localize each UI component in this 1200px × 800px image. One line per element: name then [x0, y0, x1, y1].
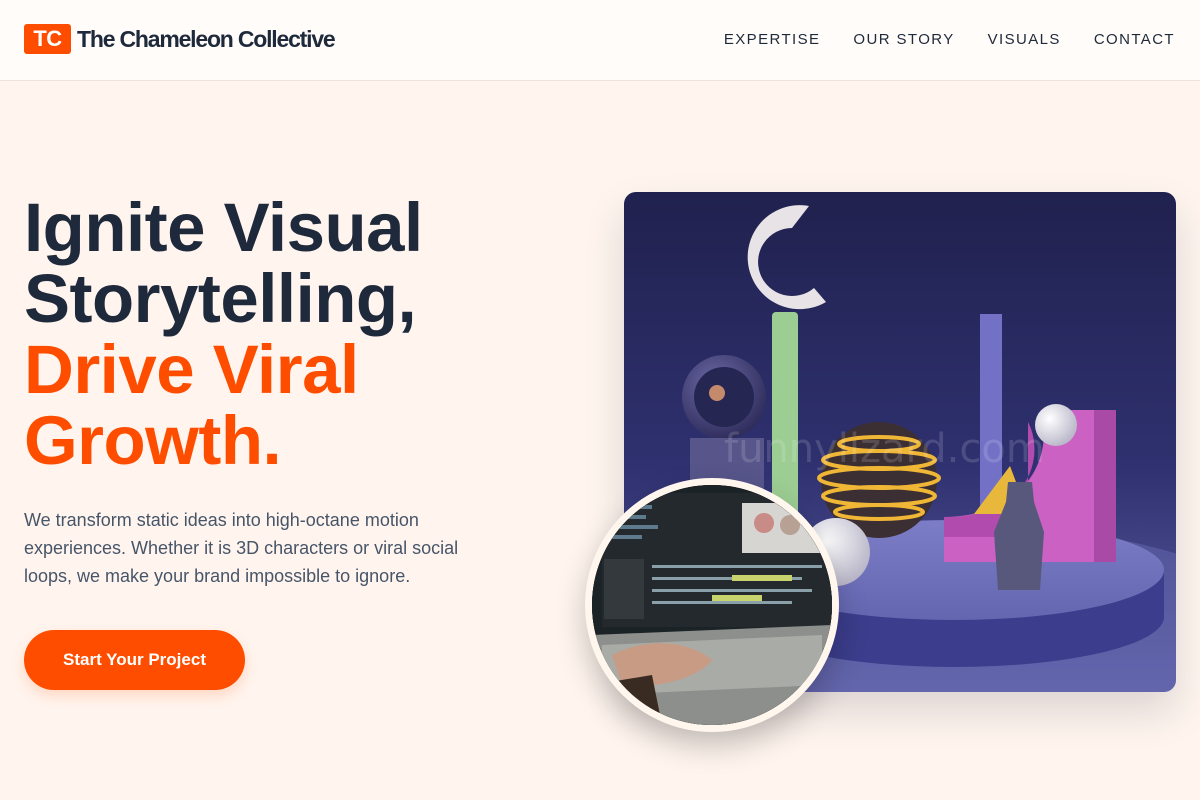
headline-line-2: Storytelling,: [24, 260, 417, 337]
logo-badge: TC: [24, 24, 71, 54]
nav-link-our-story[interactable]: OUR STORY: [853, 31, 954, 48]
laptop-editing-photo: [585, 478, 839, 732]
headline-line-4: Growth.: [24, 402, 282, 479]
nav-link-contact[interactable]: CONTACT: [1094, 31, 1175, 48]
nav-link-expertise[interactable]: EXPERTISE: [724, 31, 821, 48]
headline-line-3: Drive Viral: [24, 331, 359, 408]
hero-headline: Ignite Visual Storytelling, Drive Viral …: [24, 192, 564, 476]
site-header: TC The Chameleon Collective EXPERTISE OU…: [0, 0, 1200, 81]
brand-logo[interactable]: TC The Chameleon Collective: [24, 24, 336, 54]
start-project-button[interactable]: Start Your Project: [24, 630, 245, 690]
brand-name: The Chameleon Collective: [77, 25, 336, 52]
nav-link-visuals[interactable]: VISUALS: [988, 31, 1061, 48]
hero-subtext: We transform static ideas into high-octa…: [24, 510, 459, 586]
watermark-text: funnylizard.com: [724, 426, 1045, 472]
main-nav: EXPERTISE OUR STORY VISUALS CONTACT: [724, 31, 1175, 48]
headline-line-1: Ignite Visual: [24, 189, 423, 266]
